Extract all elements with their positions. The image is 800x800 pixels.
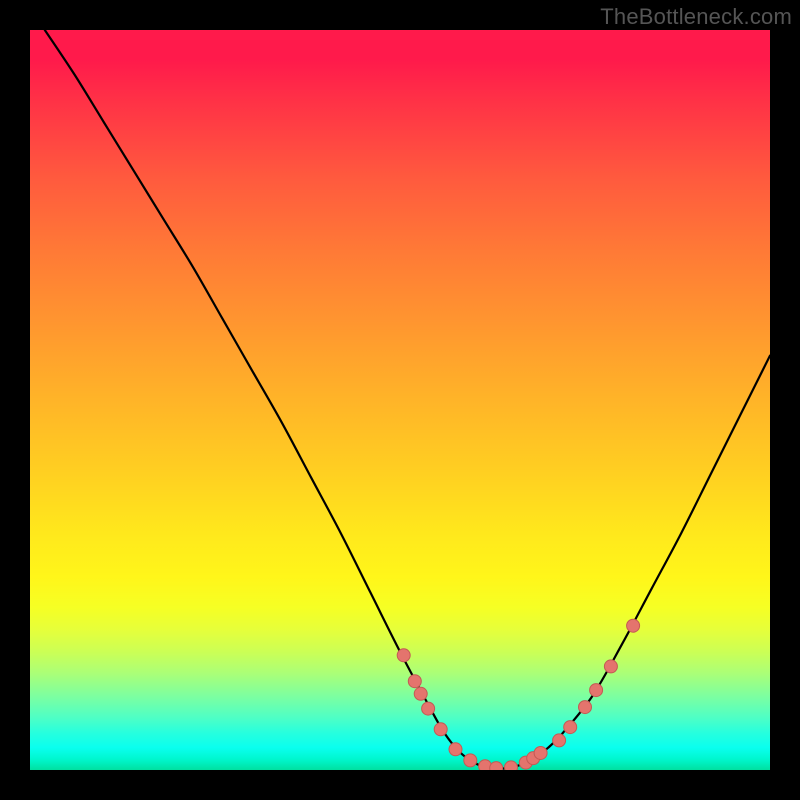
curve-marker (490, 762, 503, 770)
curve-marker (604, 660, 617, 673)
curve-marker (434, 723, 447, 736)
curve-marker (627, 619, 640, 632)
curve-marker (449, 743, 462, 756)
curve-marker (505, 761, 518, 770)
chart-svg (30, 30, 770, 770)
plot-area (30, 30, 770, 770)
curve-marker (408, 675, 421, 688)
curve-marker (534, 746, 547, 759)
curve-marker (422, 702, 435, 715)
chart-container: TheBottleneck.com (0, 0, 800, 800)
curve-marker (414, 687, 427, 700)
curve-markers (397, 619, 639, 770)
curve-marker (397, 649, 410, 662)
curve-marker (564, 721, 577, 734)
curve-marker (579, 701, 592, 714)
curve-marker (464, 754, 477, 767)
curve-marker (590, 684, 603, 697)
curve-marker (553, 734, 566, 747)
watermark-text: TheBottleneck.com (600, 4, 792, 30)
